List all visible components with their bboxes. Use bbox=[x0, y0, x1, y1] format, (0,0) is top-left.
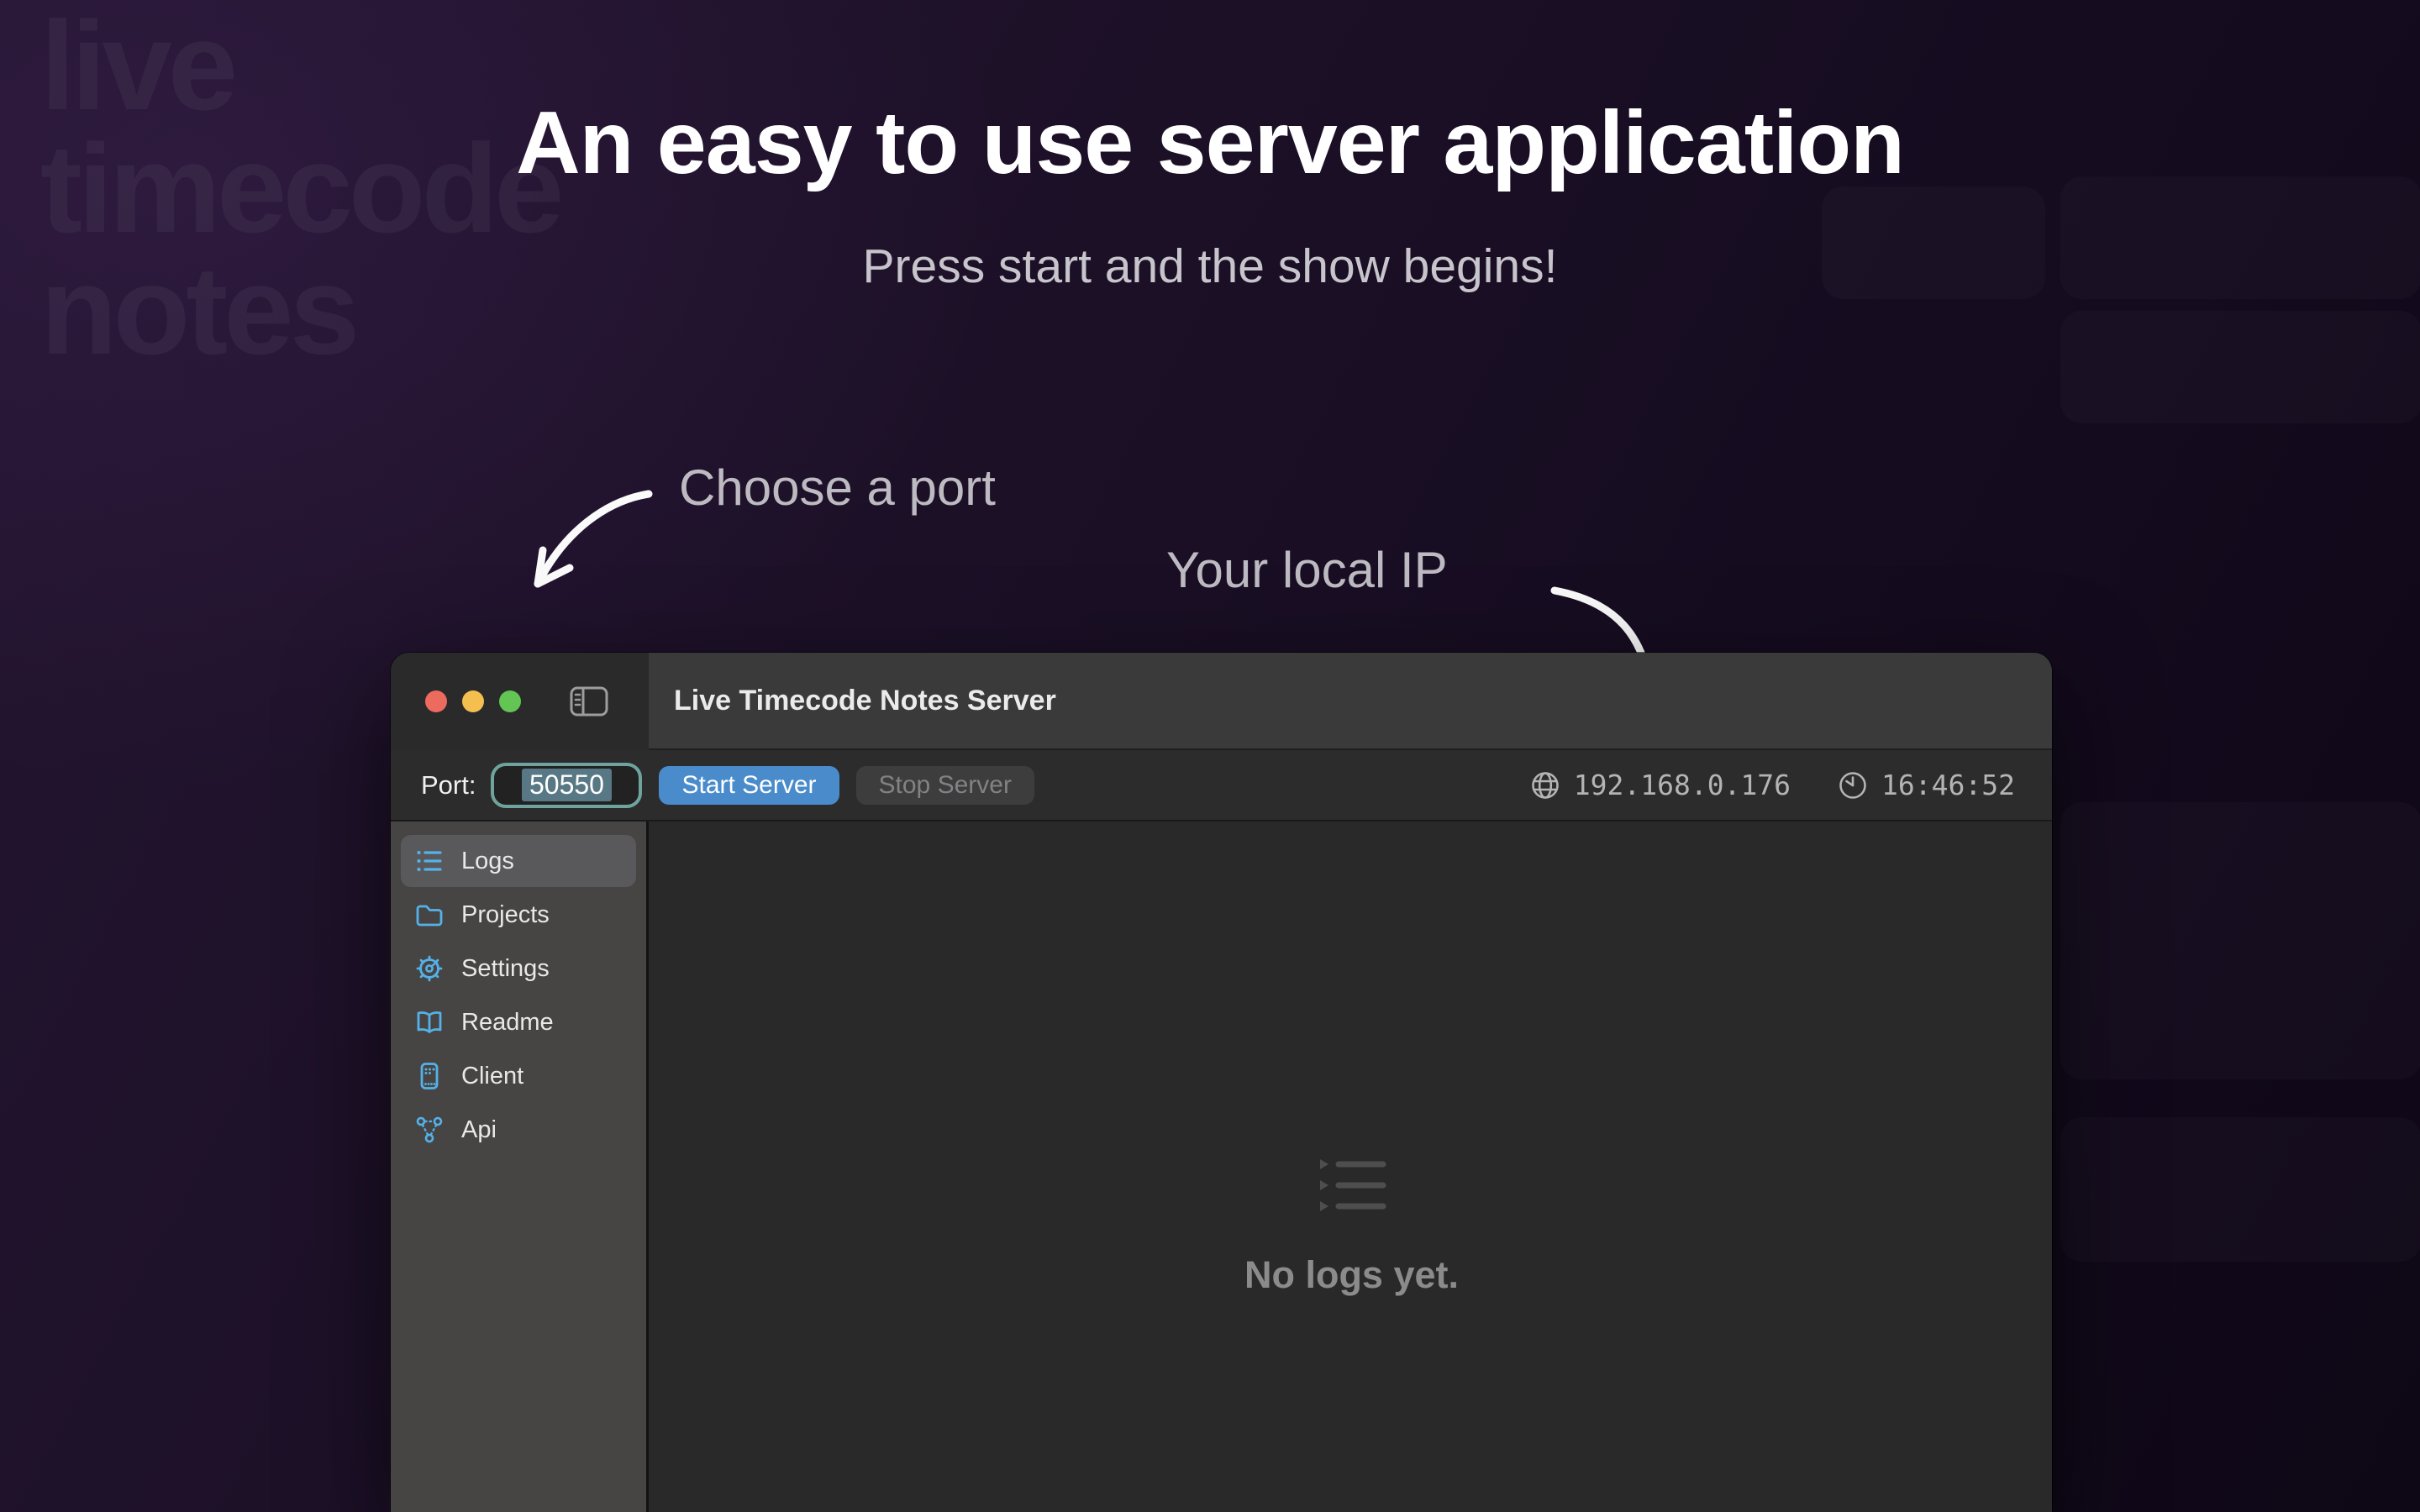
clock-icon bbox=[1838, 770, 1868, 801]
globe-icon bbox=[1530, 770, 1560, 801]
port-input-value: 50550 bbox=[522, 769, 612, 801]
window-title: Live Timecode Notes Server bbox=[674, 685, 1056, 717]
toolbar: Port: 50550 Start Server Stop Server 192… bbox=[391, 750, 2052, 822]
status-readouts: 192.168.0.176 16:46:52 bbox=[1530, 769, 2015, 801]
sidebar-item-api[interactable]: Api bbox=[401, 1104, 636, 1156]
open-book-icon bbox=[414, 1007, 445, 1037]
sidebar-item-settings[interactable]: Settings bbox=[401, 942, 636, 995]
window-body: Logs Projects bbox=[391, 822, 2052, 1512]
stop-server-button[interactable]: Stop Server bbox=[856, 766, 1034, 805]
clock-value: 16:46:52 bbox=[1881, 769, 2015, 801]
sidebar-item-projects[interactable]: Projects bbox=[401, 889, 636, 941]
curved-arrow-to-port-field bbox=[513, 479, 681, 613]
page-title: An easy to use server application bbox=[0, 92, 2420, 194]
sidebar-item-label: Projects bbox=[461, 901, 550, 929]
page-subtitle: Press start and the show begins! bbox=[0, 239, 2420, 294]
titlebar: Live Timecode Notes Server bbox=[649, 653, 2052, 750]
annotation-local-ip: Your local IP bbox=[1166, 541, 1448, 599]
close-button[interactable] bbox=[425, 690, 447, 712]
sidebar: Logs Projects bbox=[391, 822, 649, 1512]
empty-state-text: No logs yet. bbox=[651, 1253, 2052, 1297]
sidebar-item-label: Readme bbox=[461, 1009, 554, 1037]
start-server-button[interactable]: Start Server bbox=[659, 766, 839, 805]
port-label: Port: bbox=[421, 770, 476, 801]
sidebar-item-client[interactable]: Client bbox=[401, 1050, 636, 1102]
folder-icon bbox=[414, 900, 445, 930]
sidebar-item-readme[interactable]: Readme bbox=[401, 996, 636, 1048]
gear-icon bbox=[414, 953, 445, 984]
sidebar-item-label: Api bbox=[461, 1116, 497, 1144]
decor-card bbox=[2060, 802, 2420, 1079]
sidebar-item-label: Logs bbox=[461, 848, 514, 875]
minimize-button[interactable] bbox=[462, 690, 484, 712]
client-grid-icon bbox=[414, 1061, 445, 1091]
decor-card bbox=[2060, 1117, 2420, 1262]
list-bullet-icon bbox=[414, 846, 445, 876]
sidebar-toggle-icon[interactable] bbox=[570, 686, 608, 717]
annotation-choose-port: Choose a port bbox=[679, 459, 996, 517]
port-input[interactable]: 50550 bbox=[491, 763, 642, 808]
app-window: Live Timecode Notes Server Port: 50550 S… bbox=[391, 653, 2052, 1512]
decor-card bbox=[2060, 311, 2420, 423]
node-graph-icon bbox=[414, 1115, 445, 1145]
sidebar-item-logs[interactable]: Logs bbox=[401, 835, 636, 887]
log-content-area: No logs yet. bbox=[651, 822, 2052, 1512]
sidebar-item-label: Settings bbox=[461, 955, 550, 983]
marketing-screenshot: live timecode notes An easy to use serve… bbox=[0, 0, 2420, 1512]
local-ip-value: 192.168.0.176 bbox=[1574, 769, 1791, 801]
list-triangle-icon bbox=[1317, 1158, 1387, 1213]
empty-state: No logs yet. bbox=[651, 1158, 2052, 1297]
sidebar-item-label: Client bbox=[461, 1063, 523, 1090]
titlebar-sidebar-segment bbox=[391, 653, 649, 750]
zoom-button[interactable] bbox=[499, 690, 521, 712]
